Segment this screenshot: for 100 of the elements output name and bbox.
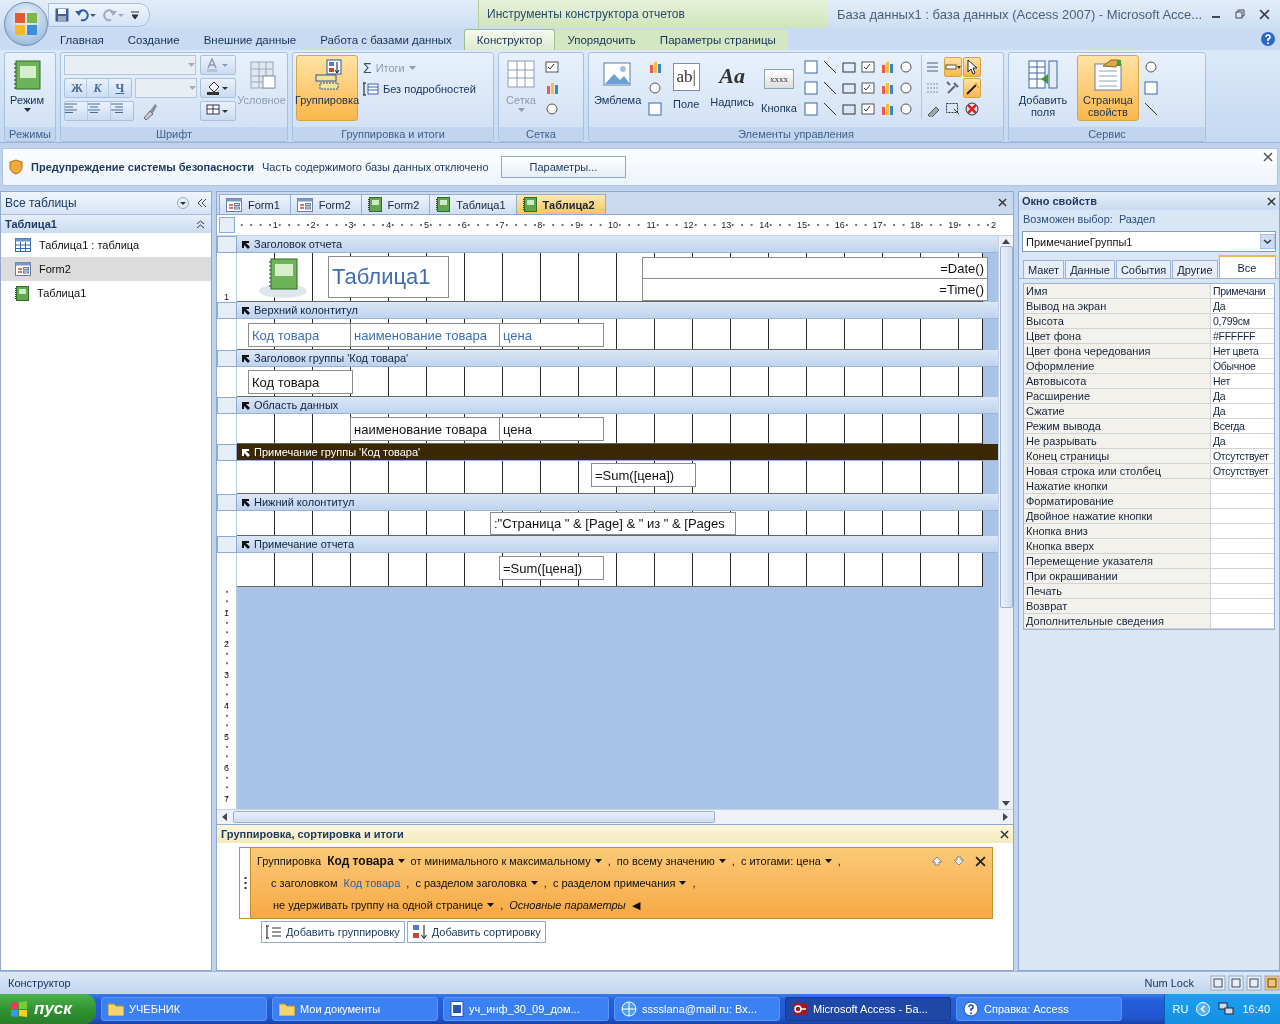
report-label[interactable]: Код товара (248, 323, 353, 347)
close-icon[interactable] (1267, 196, 1276, 206)
section-header[interactable]: Нижний колонтитул (237, 494, 998, 511)
text-box[interactable]: =Sum([цена]) (591, 463, 696, 487)
text-box[interactable]: цена (499, 417, 604, 441)
dropdown-icon[interactable] (177, 197, 189, 209)
section-selector[interactable] (217, 350, 237, 367)
section-header[interactable]: Верхний колонтитул (237, 302, 998, 319)
property-value[interactable]: 0,799см (1211, 314, 1274, 329)
ribbon-button[interactable]: Добавить поля (1012, 55, 1074, 121)
format-button[interactable]: Ч (109, 79, 131, 97)
tool-icon[interactable] (821, 59, 838, 75)
report-label[interactable]: цена (499, 323, 604, 347)
option-dropdown[interactable]: с разделом заголовка (415, 877, 538, 889)
property-value[interactable]: Нет цвета (1211, 344, 1274, 359)
property-value[interactable]: Да (1211, 404, 1274, 419)
border-button[interactable] (200, 101, 236, 121)
options-toggle[interactable]: Основные параметры (509, 899, 626, 911)
close-icon[interactable] (1263, 152, 1273, 162)
customize-icon[interactable] (131, 10, 139, 20)
close-icon[interactable] (975, 855, 986, 867)
ruler-corner[interactable] (219, 217, 235, 233)
ribbon-tab[interactable]: Упорядочить (555, 30, 648, 50)
tool-icon[interactable] (821, 80, 838, 96)
option-dropdown[interactable]: не удерживать группу на одной странице (273, 899, 495, 911)
nav-item[interactable]: Таблица1 : таблица (1, 233, 211, 257)
section-selector[interactable] (217, 536, 237, 553)
dropdown-icon[interactable] (1260, 234, 1275, 249)
restore-icon[interactable] (1235, 9, 1245, 19)
section-selector[interactable] (217, 236, 237, 253)
nav-item[interactable]: Таблица1 (1, 281, 211, 305)
start-button[interactable]: пуск (0, 994, 96, 1024)
format-button[interactable]: Ж (65, 79, 87, 97)
property-tab[interactable]: События (1115, 260, 1172, 278)
property-tab[interactable]: Макет (1023, 260, 1065, 278)
move-up-icon[interactable] (931, 856, 943, 866)
property-value[interactable]: Обычное (1211, 359, 1274, 374)
ribbon-button[interactable]: Страница свойств (1077, 55, 1139, 121)
format-button[interactable]: К (87, 79, 109, 97)
vertical-scrollbar[interactable] (998, 236, 1013, 809)
close-icon[interactable] (998, 198, 1007, 207)
field-link[interactable]: Код товара (343, 877, 401, 889)
ribbon-button[interactable]: Режим (8, 55, 46, 121)
section-header[interactable]: Примечание отчета (237, 536, 998, 553)
report-label[interactable]: Таблица1 (328, 256, 449, 298)
property-value[interactable]: #FFFFFF (1211, 329, 1274, 344)
ribbon-tab[interactable]: Параметры страницы (647, 30, 788, 50)
scroll-up-icon[interactable] (1002, 238, 1010, 244)
tool-icon[interactable] (1143, 101, 1159, 117)
option-dropdown[interactable]: с итогами: цена (740, 855, 832, 867)
ribbon-button[interactable]: ab| Поле (667, 55, 706, 121)
section-header[interactable]: Область данных (237, 397, 998, 414)
view-icon[interactable] (1246, 975, 1262, 991)
document-tab[interactable]: Form2 (289, 194, 362, 214)
align-button[interactable] (88, 102, 111, 120)
ribbon-button[interactable]: xxxx Кнопка (759, 55, 799, 121)
move-down-icon[interactable] (953, 856, 965, 866)
document-tab[interactable]: Form2 (360, 194, 431, 214)
taskbar-button[interactable]: Microsoft Access - Ба... (785, 997, 951, 1021)
group-level-panel[interactable] (239, 847, 993, 919)
view-icon[interactable] (1228, 975, 1244, 991)
add-button[interactable]: Добавить сортировку (406, 921, 546, 943)
ribbon-button[interactable]: Aa Надпись (708, 55, 757, 121)
ribbon-tab[interactable]: Работа с базами данных (308, 30, 464, 50)
property-value[interactable]: Примечани (1211, 284, 1274, 299)
property-tab[interactable]: Данные (1065, 260, 1115, 278)
scroll-thumb[interactable] (233, 811, 715, 823)
section-selector[interactable] (217, 494, 237, 511)
close-icon[interactable] (1000, 829, 1009, 839)
property-value[interactable]: Отсутствует (1211, 464, 1274, 479)
text-box[interactable]: =Time() (642, 278, 988, 301)
scroll-left-icon[interactable] (221, 813, 227, 821)
section-area[interactable]: Код товара наименование товара цена (237, 319, 983, 350)
section-header[interactable]: Примечание группы 'Код товара' (237, 444, 998, 461)
undo-icon[interactable] (75, 8, 97, 22)
options-button[interactable]: Параметры... (500, 156, 627, 178)
taskbar-button[interactable]: уч_инф_30_09_дом... (443, 997, 609, 1021)
section-area[interactable]: Код товара (237, 367, 983, 397)
document-tab[interactable]: Таблица1 (429, 194, 517, 214)
scroll-down-icon[interactable] (1002, 801, 1010, 807)
section-selector[interactable] (217, 302, 237, 319)
view-icon[interactable] (1210, 975, 1226, 991)
tool-icon[interactable] (544, 59, 560, 75)
nav-header[interactable]: Все таблицы (1, 192, 211, 215)
view-icon[interactable] (1264, 975, 1280, 991)
option-dropdown[interactable]: по всему значению (616, 855, 726, 867)
redo-icon[interactable] (103, 8, 125, 22)
text-box[interactable]: =Sum([цена]) (499, 556, 604, 580)
section-area[interactable]: =Sum([цена]) (237, 553, 983, 587)
option-dropdown[interactable]: от минимального к максимальному (410, 855, 602, 867)
taskbar-button[interactable]: УЧЕБНИК (101, 997, 267, 1021)
close-icon[interactable] (1259, 8, 1270, 20)
taskbar-button[interactable]: Мои документы (272, 997, 438, 1021)
scroll-thumb[interactable] (999, 246, 1013, 608)
grip-icon[interactable] (243, 876, 247, 890)
ribbon-tab[interactable]: Конструктор (463, 29, 556, 50)
text-box[interactable]: =Date() (642, 257, 988, 280)
property-value[interactable]: Да (1211, 299, 1274, 314)
ribbon-button[interactable]: Эмблема (592, 55, 644, 121)
align-button[interactable] (65, 102, 88, 120)
